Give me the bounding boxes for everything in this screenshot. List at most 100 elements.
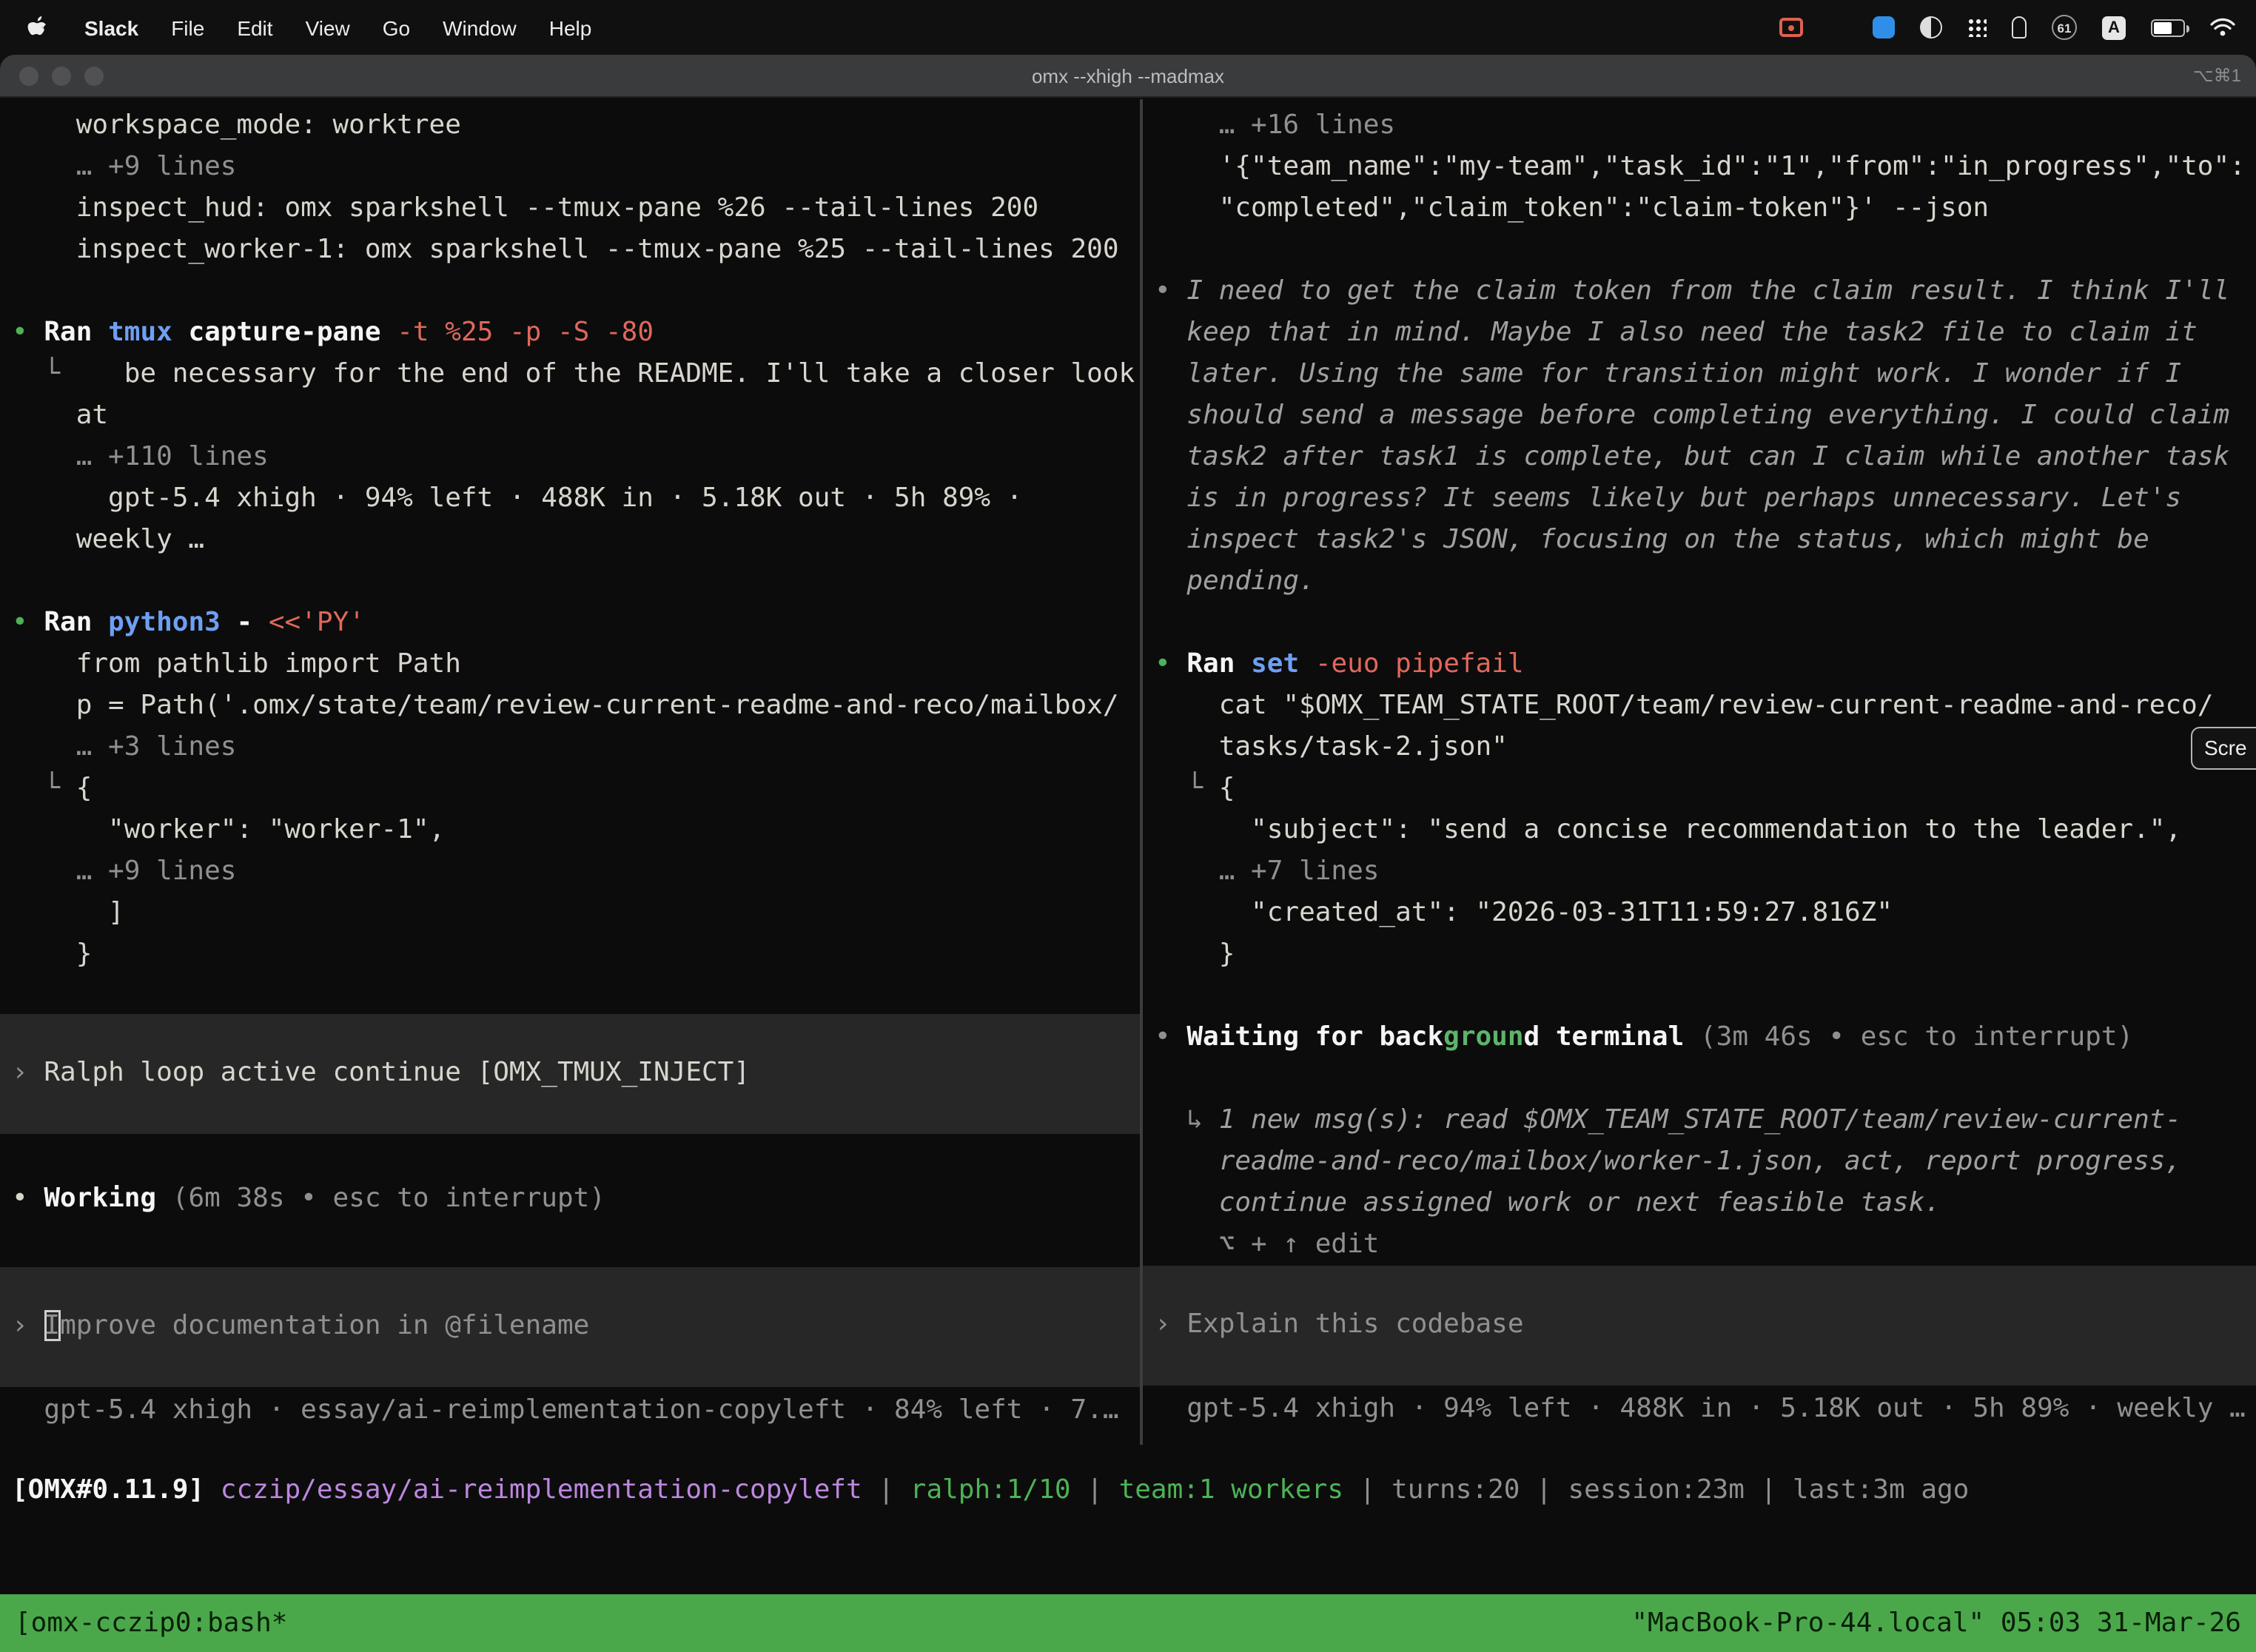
text-segment: } [1155, 939, 1235, 970]
text-segment: is in progress? It seems likely but perh… [1155, 483, 2181, 514]
terminal-line: } [1143, 934, 2256, 976]
terminal-line: workspace_mode: worktree [0, 105, 1140, 147]
text-segment: tasks/task-2.json" [1155, 731, 1508, 762]
text-segment: Working [44, 1183, 172, 1214]
terminal-line: } [0, 934, 1140, 976]
terminal-line: ] [0, 893, 1140, 934]
spacer [0, 561, 1140, 602]
window-manager-icon[interactable] [1828, 18, 1847, 37]
text-segment: Explain this codebase [1186, 1309, 1523, 1340]
text-segment: └ [12, 358, 60, 389]
spacer [0, 271, 1140, 312]
battery-icon[interactable] [2151, 19, 2185, 36]
text-segment: • [1155, 648, 1186, 679]
text-segment: turns:20 [1391, 1474, 1520, 1505]
terminal-line: … +9 lines [0, 851, 1140, 893]
window-title: omx --xhigh --madmax [1032, 64, 1224, 87]
text-segment: … +3 lines [12, 731, 236, 762]
zoom-button[interactable] [84, 67, 104, 86]
screen-capture-popup[interactable]: Scre [2191, 727, 2256, 770]
spacer [1143, 1058, 2256, 1100]
terminal-line: • Waiting for background terminal (3m 46… [1143, 1017, 2256, 1058]
terminal-line: keep that in mind. Maybe I also need the… [1143, 312, 2256, 354]
terminal-line: inspect_worker-1: omx sparkshell --tmux-… [0, 229, 1140, 271]
text-segment: cat "$OMX_TEAM_STATE_ROOT/team/review-cu… [1155, 690, 2214, 721]
composer-placeholder-right[interactable]: › Explain this codebase [1143, 1266, 2256, 1386]
composer-placeholder-left[interactable]: › Improve documentation in @filename [0, 1267, 1140, 1387]
text-segment: - [237, 607, 269, 638]
terminal-line: … +3 lines [0, 727, 1140, 768]
blue-app-icon[interactable] [1873, 16, 1895, 38]
composer-input-left[interactable]: › Ralph loop active continue [OMX_TMUX_I… [0, 1014, 1140, 1134]
spacer [0, 1134, 1140, 1178]
menu-go[interactable]: Go [366, 16, 426, 39]
text-segment: "created_at": "2026-03-31T11:59:27.816Z" [1155, 897, 1893, 928]
text-segment: keep that in mind. Maybe I also need the… [1155, 317, 2198, 348]
text-segment: python3 [108, 607, 236, 638]
outline-app-icon[interactable] [2012, 16, 2027, 38]
title-bar[interactable]: omx --xhigh --madmax ⌥⌘1 [0, 55, 2256, 98]
menu-window[interactable]: Window [426, 16, 533, 39]
apple-menu-icon[interactable] [27, 16, 47, 39]
text-segment: gpt-5.4 xhigh · 94% left · 488K in · 5.1… [12, 483, 1022, 514]
wifi-icon[interactable] [2210, 18, 2235, 37]
text-segment: gpt-5.4 xhigh · 94% left · 488K in · 5.1… [1155, 1393, 2246, 1424]
left-pane[interactable]: workspace_mode: worktree … +9 lines insp… [0, 99, 1140, 1445]
terminal-line: "completed","claim_token":"claim-token"}… [1143, 188, 2256, 229]
menu-app-name[interactable]: Slack [68, 16, 155, 39]
text-segment: inspect_hud: omx sparkshell --tmux-pane … [12, 192, 1038, 224]
input-source-icon[interactable]: A [2102, 16, 2126, 39]
terminal-line: inspect_hud: omx sparkshell --tmux-pane … [0, 188, 1140, 229]
tmux-session-name: [omx-cczip0:bash* [15, 1608, 287, 1639]
terminal-line: inspect task2's JSON, focusing on the st… [1143, 520, 2256, 561]
menu-help[interactable]: Help [533, 16, 608, 39]
text-segment: { [1219, 773, 1235, 804]
close-button[interactable] [19, 67, 38, 86]
text-segment: be necessary for the end of the README. … [60, 358, 1135, 389]
terminal-line: ↳ 1 new msg(s): read $OMX_TEAM_STATE_ROO… [1143, 1100, 2256, 1141]
dark-app-icon[interactable] [1920, 16, 1942, 38]
menu-edit[interactable]: Edit [221, 16, 289, 39]
terminal-content: workspace_mode: worktree … +9 lines insp… [0, 99, 2256, 1652]
traffic-lights [19, 67, 104, 86]
terminal-window: omx --xhigh --madmax ⌥⌘1 workspace_mode:… [0, 55, 2256, 1652]
text-segment: └ [12, 773, 76, 804]
terminal-line: └ be necessary for the end of the README… [0, 354, 1140, 395]
text-segment: '{"team_name":"my-team","task_id":"1","f… [1155, 151, 2246, 182]
right-pane[interactable]: … +16 lines '{"team_name":"my-team","tas… [1143, 99, 2256, 1445]
text-segment: set [1251, 648, 1315, 679]
menu-file[interactable]: File [155, 16, 221, 39]
text-segment: -t %25 -p -S -80 [397, 317, 654, 348]
battery-percent-badge[interactable]: 61 [2052, 15, 2077, 40]
screen-recording-icon[interactable] [1779, 18, 1803, 37]
text-segment: "subject": "send a concise recommendatio… [1155, 814, 2181, 845]
text-segment: capture-pane [188, 317, 397, 348]
text-segment: | [862, 1474, 910, 1505]
spacer [1143, 229, 2256, 271]
tmux-panes: workspace_mode: worktree … +9 lines insp… [0, 99, 2256, 1445]
text-segment: | [1745, 1474, 1793, 1505]
terminal-line: gpt-5.4 xhigh · 94% left · 488K in · 5.1… [0, 478, 1140, 520]
text-segment: Waiting for back [1186, 1021, 1443, 1052]
terminal-line: "subject": "send a concise recommendatio… [1143, 810, 2256, 851]
text-segment: └ [1155, 773, 1219, 804]
text-segment: mprove documentation in @filename [60, 1310, 589, 1341]
text-segment: [OMX#0.11.9] [12, 1474, 221, 1505]
menu-view[interactable]: View [289, 16, 366, 39]
terminal-line: "worker": "worker-1", [0, 810, 1140, 851]
text-segment: p = Path('.omx/state/team/review-current… [12, 690, 1119, 721]
text-segment: workspace_mode: worktree [12, 110, 461, 141]
text-segment: • [1155, 1021, 1186, 1052]
app-grid-icon[interactable] [1967, 18, 1987, 37]
spacer [1143, 976, 2256, 1017]
minimize-button[interactable] [52, 67, 71, 86]
terminal-line: "created_at": "2026-03-31T11:59:27.816Z" [1143, 893, 2256, 934]
text-segment: • [12, 607, 44, 638]
text-segment: ralph:1/10 [910, 1474, 1071, 1505]
text-segment: inspect task2's JSON, focusing on the st… [1155, 524, 2149, 555]
window-shortcut-hint: ⌥⌘1 [2193, 65, 2241, 86]
text-segment: | [1520, 1474, 1568, 1505]
text-segment: <<'PY' [269, 607, 365, 638]
text-segment: ] [12, 897, 124, 928]
spacer [0, 976, 1140, 1014]
